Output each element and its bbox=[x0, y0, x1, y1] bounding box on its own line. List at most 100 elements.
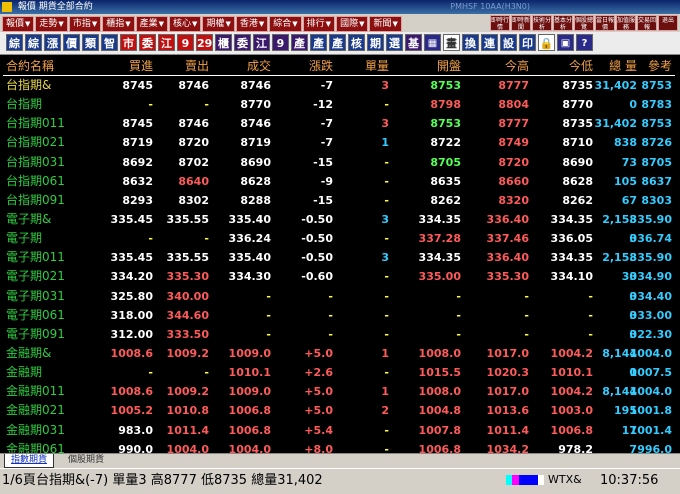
menu-item-10[interactable]: 國際▼ bbox=[336, 16, 369, 32]
toolbar-button-17[interactable]: 產 bbox=[329, 34, 346, 51]
tab-stock-futures[interactable]: 個股期貨 bbox=[62, 454, 110, 467]
table-row[interactable]: 台指期& 8745 8746 8746 -7 3 8753 8777 8735 31,402 875… bbox=[3, 76, 675, 95]
column-header[interactable]: 合約名稱 bbox=[6, 58, 54, 75]
status-contract: 台指期&(-7) bbox=[35, 473, 109, 488]
menu-item-5[interactable]: 核心▼ bbox=[169, 16, 202, 32]
toolbar-button-21[interactable]: 基 bbox=[405, 34, 422, 51]
function-button-5[interactable]: 當日報價 bbox=[595, 15, 615, 31]
column-header[interactable]: 今高 bbox=[505, 58, 529, 75]
column-header[interactable]: 開盤 bbox=[437, 58, 461, 75]
table-row[interactable]: 台指期031 8692 8702 8690 -15 - 8705 8720 8690 73 8705 bbox=[3, 153, 675, 172]
toolbar-button-16[interactable]: 產 bbox=[310, 34, 327, 51]
cell-參考: 8303 bbox=[641, 193, 672, 207]
cell-漲跌: -15 bbox=[313, 193, 333, 207]
column-header[interactable]: 參考 bbox=[648, 58, 672, 75]
toolbar-button-0[interactable]: 綜 bbox=[6, 34, 23, 51]
toolbar-button-8[interactable]: 江 bbox=[158, 34, 175, 51]
toolbar-button-24[interactable]: 換 bbox=[462, 34, 479, 51]
menu-item-4[interactable]: 產業▼ bbox=[135, 16, 169, 32]
table-row[interactable]: 電子期 - -336.24 -0.50-337.28 337.46 336.05 0 336.… bbox=[3, 229, 675, 248]
toolbar-button-15[interactable]: 產 bbox=[291, 34, 308, 51]
column-header[interactable]: 總 量 bbox=[609, 58, 637, 75]
toolbar-button-30[interactable]: ? bbox=[576, 34, 593, 51]
toolbar-button-12[interactable]: 委 bbox=[234, 34, 251, 51]
toolbar-button-22[interactable]: ▦ bbox=[424, 34, 441, 51]
table-row[interactable]: 台指期061 8632 8640 8628 -9 - 8635 8660 8628 105 8637 bbox=[3, 172, 675, 191]
toolbar-button-28[interactable]: 🔒 bbox=[538, 34, 555, 51]
table-row[interactable]: 電子期021 334.20 335.30 334.30 -0.60 - 335.00 335.… bbox=[3, 267, 675, 286]
table-row[interactable]: 電子期011 335.45 335.55 335.40 -0.50 3 334.35 336.… bbox=[3, 248, 675, 267]
table-row[interactable]: 金融期031 983.0 1011.4 1006.8 +5.4 - 1007.8 1011.4… bbox=[3, 421, 675, 440]
toolbar-button-14[interactable]: 9 bbox=[272, 34, 289, 51]
table-row[interactable]: 金融期021 1005.2 1010.8 1006.8 +5.0 2 1004.8 1013.… bbox=[3, 401, 675, 420]
column-header[interactable]: 買進 bbox=[129, 58, 153, 75]
toolbar-button-3[interactable]: 價 bbox=[63, 34, 80, 51]
cell-今高: 335.30 bbox=[486, 270, 529, 284]
cell-總 量: 0 bbox=[629, 98, 637, 112]
table-row[interactable]: 金融期& 1008.6 1009.2 1009.0 +5.0 1 1008.0 1017.0 1… bbox=[3, 344, 675, 363]
toolbar-button-19[interactable]: 期 bbox=[367, 34, 384, 51]
column-header[interactable]: 漲跌 bbox=[309, 58, 333, 75]
toolbar-button-11[interactable]: 櫃 bbox=[215, 34, 232, 51]
column-header[interactable]: 今低 bbox=[569, 58, 593, 75]
menu-item-3[interactable]: 櫃指▼ bbox=[102, 16, 135, 32]
toolbar-button-1[interactable]: 綜 bbox=[25, 34, 42, 51]
menu-item-1[interactable]: 走勢▼ bbox=[35, 16, 68, 32]
function-button-1[interactable]: 即時新聞 bbox=[511, 15, 531, 31]
cell-今低: 334.35 bbox=[550, 212, 593, 226]
toolbar-button-23[interactable]: 畫 bbox=[443, 34, 460, 51]
toolbar-button-29[interactable]: ▣ bbox=[557, 34, 574, 51]
menu-item-9[interactable]: 排行▼ bbox=[302, 16, 336, 32]
toolbar-button-13[interactable]: 江 bbox=[253, 34, 270, 51]
function-button-8[interactable]: 退出 bbox=[658, 15, 678, 31]
menu-item-8[interactable]: 綜合▼ bbox=[269, 16, 302, 32]
function-button-0[interactable]: 即時行情 bbox=[490, 15, 510, 31]
table-row[interactable]: 電子期& 335.45 335.55 335.40 -0.50 3 334.35 336.40… bbox=[3, 210, 675, 229]
toolbar-button-10[interactable]: 29 bbox=[196, 34, 213, 51]
table-row[interactable]: 金融期011 1008.6 1009.2 1009.0 +5.0 1 1008.0 1017.… bbox=[3, 382, 675, 401]
column-header[interactable]: 賣出 bbox=[185, 58, 209, 75]
page-indicator[interactable]: 1/6頁 bbox=[2, 473, 36, 488]
toolbar-button-7[interactable]: 委 bbox=[139, 34, 156, 51]
menu-item-2[interactable]: 市指▼ bbox=[68, 16, 102, 32]
toolbar-button-2[interactable]: 漲 bbox=[44, 34, 61, 51]
toolbar-button-18[interactable]: 核 bbox=[348, 34, 365, 51]
table-row[interactable]: 台指期021 8719 8720 8719 -7 1 8722 8749 8710 838 8726 bbox=[3, 133, 675, 152]
table-row[interactable]: 電子期091 312.00 333.50- - - - - -0 322.30 bbox=[3, 325, 675, 344]
cell-買進: 8745 bbox=[122, 79, 153, 92]
tab-index-futures[interactable]: 指數期貨 bbox=[4, 454, 55, 468]
column-header[interactable]: 單量 bbox=[365, 58, 389, 75]
toolbar-button-27[interactable]: 印 bbox=[519, 34, 536, 51]
cell-今高: 8720 bbox=[498, 155, 529, 169]
cell-開盤: 8753 bbox=[430, 117, 461, 131]
toolbar-button-6[interactable]: 市 bbox=[120, 34, 137, 51]
column-header[interactable]: 成交 bbox=[247, 58, 271, 75]
menu-item-6[interactable]: 期權▼ bbox=[202, 16, 235, 32]
table-row[interactable]: 電子期061 318.00 344.60- - - - - -0 333.00 bbox=[3, 306, 675, 325]
table-row[interactable]: 電子期031 325.80 340.00- - - - - -0 334.40 bbox=[3, 287, 675, 306]
dropdown-icon: ▼ bbox=[192, 20, 198, 28]
function-button-6[interactable]: 加值服務 bbox=[616, 15, 636, 31]
cell-漲跌: -7 bbox=[320, 117, 333, 131]
toolbar-button-26[interactable]: 設 bbox=[500, 34, 517, 51]
toolbar-button-4[interactable]: 類 bbox=[82, 34, 99, 51]
cell-參考: 1001.8 bbox=[629, 404, 672, 418]
function-button-2[interactable]: 技術分析 bbox=[532, 15, 552, 31]
menu-item-7[interactable]: 香港▼ bbox=[235, 16, 269, 32]
function-button-7[interactable]: 交易回報 bbox=[637, 15, 657, 31]
contract-name: 台指期011 bbox=[6, 116, 65, 131]
contract-name: 金融期 bbox=[6, 365, 43, 380]
function-button-3[interactable]: 基本分析 bbox=[553, 15, 573, 31]
menu-item-0[interactable]: 報價▼ bbox=[2, 16, 35, 32]
menu-item-11[interactable]: 新聞▼ bbox=[369, 16, 402, 32]
toolbar-button-5[interactable]: 智 bbox=[101, 34, 118, 51]
table-row[interactable]: 金融期 - -1010.1 +2.6-1015.5 1020.3 1010.1 0 1007.… bbox=[3, 363, 675, 382]
function-button-4[interactable]: 個股總覽 bbox=[574, 15, 594, 31]
table-row[interactable]: 台指期 - - 8770 -12 - 8798 8804 8770 0 8783 bbox=[3, 95, 675, 114]
toolbar-button-25[interactable]: 連 bbox=[481, 34, 498, 51]
table-row[interactable]: 台指期011 8745 8746 8746 -7 3 8753 8777 8735 31,402 8… bbox=[3, 114, 675, 133]
toolbar-button-9[interactable]: 9 bbox=[177, 34, 194, 51]
cell-賣出: 8746 bbox=[178, 79, 209, 92]
toolbar-button-20[interactable]: 選 bbox=[386, 34, 403, 51]
table-row[interactable]: 台指期091 8293 8302 8288 -15 - 8262 8320 8262 67 8303 bbox=[3, 191, 675, 210]
